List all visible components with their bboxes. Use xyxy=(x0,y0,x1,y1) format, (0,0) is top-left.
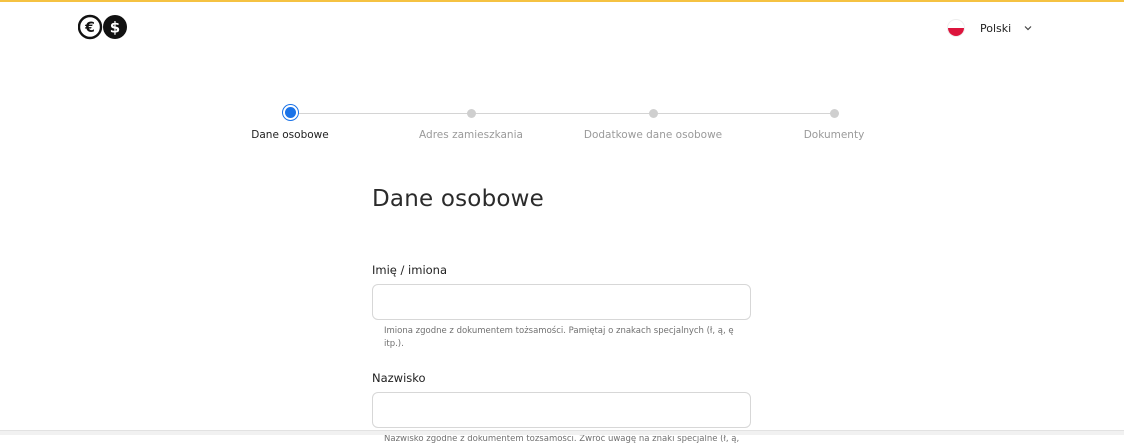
step-additional-data[interactable]: Dodatkowe dane osobowe xyxy=(583,104,723,141)
svg-text:€: € xyxy=(84,20,95,36)
step-personal-data[interactable]: Dane osobowe xyxy=(220,104,360,141)
poland-flag-icon xyxy=(948,20,964,36)
header: € $ Polski xyxy=(0,2,1124,52)
step-indicator xyxy=(829,109,839,118)
last-name-input[interactable] xyxy=(372,392,751,428)
first-name-input[interactable] xyxy=(372,284,751,320)
last-name-label: Nazwisko xyxy=(372,371,426,385)
bottom-divider xyxy=(0,430,1124,435)
step-indicator xyxy=(648,109,658,118)
step-address[interactable]: Adres zamieszkania xyxy=(401,104,541,141)
page-title: Dane osobowe xyxy=(372,186,545,212)
personal-data-form: Dane osobowe Imię / imiona Imiona zgodne… xyxy=(372,186,752,446)
language-selector[interactable]: Polski xyxy=(948,18,1033,38)
chevron-down-icon xyxy=(1024,26,1032,31)
progress-stepper: Dane osobowe Adres zamieszkania Dodatkow… xyxy=(240,104,890,154)
step-label: Adres zamieszkania xyxy=(419,129,523,141)
language-label: Polski xyxy=(980,21,1012,35)
svg-text:$: $ xyxy=(110,19,120,37)
step-label: Dodatkowe dane osobowe xyxy=(583,129,723,141)
step-label: Dane osobowe xyxy=(251,129,329,141)
euro-dollar-logo-icon[interactable]: € $ xyxy=(77,14,130,40)
first-name-hint: Imiona zgodne z dokumentem tożsamości. P… xyxy=(384,326,734,349)
step-indicator-active xyxy=(284,107,296,118)
step-label: Dokumenty xyxy=(803,129,865,141)
step-indicator xyxy=(466,109,476,118)
first-name-label: Imię / imiona xyxy=(372,263,448,277)
step-documents[interactable]: Dokumenty xyxy=(764,104,904,141)
